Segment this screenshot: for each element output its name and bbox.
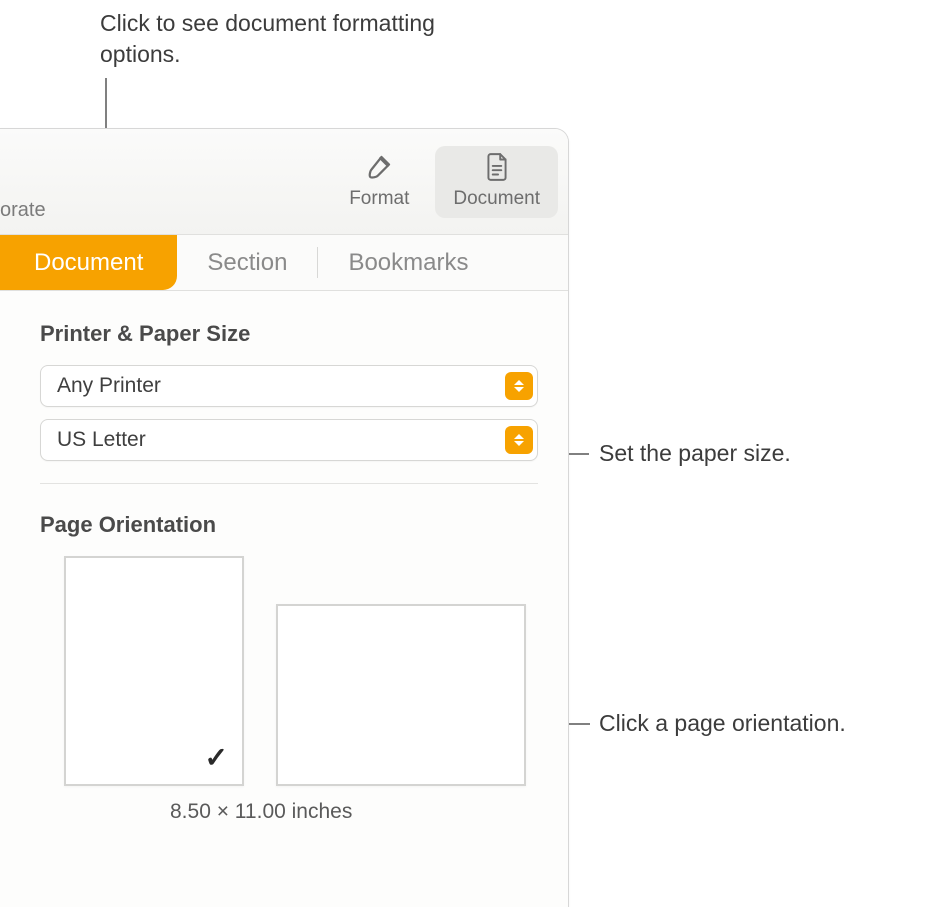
tab-label: Section <box>207 249 287 277</box>
inspector-panel: orate Format <box>0 128 569 907</box>
page-dimensions-label: 8.50 × 11.00 inches <box>170 800 538 824</box>
section-title-printer-paper: Printer & Paper Size <box>40 321 538 347</box>
select-value: US Letter <box>57 428 146 452</box>
orientation-options: ✓ <box>64 556 538 786</box>
tab-label: Bookmarks <box>348 249 468 277</box>
tab-label: Document <box>34 249 143 277</box>
updown-icon <box>505 426 533 454</box>
toolbar-item-format[interactable]: Format <box>331 146 427 218</box>
toolbar-item-collaborate[interactable]: orate <box>0 129 46 234</box>
callout-orientation: Click a page orientation. <box>599 708 846 739</box>
orientation-landscape[interactable] <box>276 604 526 786</box>
callout-document-tab: Click to see document formatting options… <box>100 8 460 70</box>
updown-icon <box>505 372 533 400</box>
toolbar-item-label: Document <box>453 188 540 210</box>
inspector-tabs: Document Section Bookmarks <box>0 235 568 291</box>
tab-document[interactable]: Document <box>0 235 177 290</box>
document-icon <box>484 152 510 182</box>
select-value: Any Printer <box>57 374 161 398</box>
section-title-orientation: Page Orientation <box>40 512 538 538</box>
divider <box>40 483 538 484</box>
orientation-portrait[interactable]: ✓ <box>64 556 244 786</box>
tab-bookmarks[interactable]: Bookmarks <box>318 235 498 290</box>
toolbar-item-document[interactable]: Document <box>435 146 558 218</box>
toolbar-item-label: orate <box>0 199 46 222</box>
tab-section[interactable]: Section <box>177 235 317 290</box>
checkmark-icon: ✓ <box>205 741 228 774</box>
document-settings: Printer & Paper Size Any Printer US Lett… <box>0 291 568 824</box>
toolbar: orate Format <box>0 129 568 235</box>
paper-size-select[interactable]: US Letter <box>40 419 538 461</box>
callout-paper-size: Set the paper size. <box>599 438 791 469</box>
printer-select[interactable]: Any Printer <box>40 365 538 407</box>
toolbar-item-label: Format <box>349 188 409 210</box>
paintbrush-icon <box>364 152 394 182</box>
